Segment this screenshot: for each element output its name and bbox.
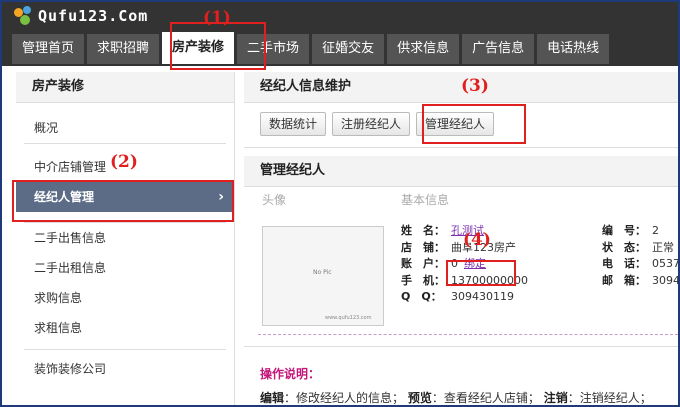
preview-term: 预览 xyxy=(407,391,432,405)
nav-tab-secondhand[interactable]: 二手市场 xyxy=(237,34,310,64)
action-toolbar: 数据统计 注册经纪人 管理经纪人 xyxy=(244,103,678,148)
mail-value: 3094 xyxy=(652,273,678,287)
status-label: 状 态： xyxy=(602,240,646,254)
edit-desc: ：修改经纪人的信息； xyxy=(284,391,405,405)
no-pic-text: No Pic xyxy=(313,269,332,276)
nav-tab-realestate[interactable]: 房产装修 xyxy=(162,32,235,64)
notes-title: 操作说明： xyxy=(260,367,321,381)
tel-value: 0537 xyxy=(652,257,678,270)
app-frame: Qufu123.Com 管理首页 求职招聘 房产装修 二手市场 征婚交友 供求信… xyxy=(2,2,678,405)
chevron-right-icon: › xyxy=(218,189,224,205)
register-agent-button[interactable]: 注册经纪人 xyxy=(332,112,411,136)
annotation-marker-2: (2) xyxy=(110,152,138,172)
site-header: Qufu123.Com 管理首页 求职招聘 房产装修 二手市场 征婚交友 供求信… xyxy=(2,2,678,66)
nav-tab-hotline[interactable]: 电话热线 xyxy=(537,34,610,64)
mobile-value: 13700000000 xyxy=(451,273,528,287)
qq-value: 309430119 xyxy=(451,290,514,303)
site-logo[interactable]: Qufu123.Com xyxy=(14,5,148,27)
annotation-marker-1: (1) xyxy=(203,8,231,28)
sidebar-item-rent-request[interactable]: 求租信息 xyxy=(16,313,234,343)
tel-label: 电 话： xyxy=(602,257,646,270)
notes-text: 编辑：修改经纪人的信息； 预览：查看经纪人店铺； 注销：注销经纪人； xyxy=(260,389,652,405)
sidebar: 房产装修 概况 中介店铺管理 经纪人管理 › 二手出售信息 二手出租信息 求购信… xyxy=(16,72,235,405)
sidebar-item-agent-management[interactable]: 经纪人管理 › xyxy=(16,182,234,212)
account-label: 账 户： xyxy=(401,257,445,270)
preview-desc: ：查看经纪人店铺； xyxy=(431,391,540,405)
cancel-desc: ：注销经纪人； xyxy=(567,391,652,405)
sidebar-item-label: 经纪人管理 xyxy=(34,190,95,204)
sidebar-item-sale[interactable]: 二手出售信息 xyxy=(16,223,234,253)
sidebar-item-buy-request[interactable]: 求购信息 xyxy=(16,283,234,313)
sidebar-title: 房产装修 xyxy=(16,72,234,103)
mobile-label: 手 机： xyxy=(401,273,445,287)
manage-agents-panel: 管理经纪人 头像 基本信息 xyxy=(244,156,678,213)
edit-term: 编辑 xyxy=(260,391,285,405)
sidebar-item-overview[interactable]: 概况 xyxy=(16,113,234,143)
account-value: 0 xyxy=(451,257,458,270)
shop-label: 店 铺： xyxy=(401,240,445,254)
sidebar-item-rent[interactable]: 二手出租信息 xyxy=(16,253,234,283)
id-label: 编 号： xyxy=(602,224,646,237)
nav-tab-ads[interactable]: 广告信息 xyxy=(462,34,535,64)
sidebar-item-decoration[interactable]: 装饰装修公司 xyxy=(16,354,234,384)
col-info: 基本信息 xyxy=(401,193,450,207)
operation-notes: 操作说明： 编辑：修改经纪人的信息； 预览：查看经纪人店铺； 注销：注销经纪人； xyxy=(244,346,678,405)
column-headers: 头像 基本信息 xyxy=(244,187,678,213)
logo-text: Qufu123.Com xyxy=(38,7,149,25)
nav-tab-dating[interactable]: 征婚交友 xyxy=(312,34,385,64)
annotation-marker-3: (3) xyxy=(461,76,489,96)
logo-icon xyxy=(14,6,34,26)
main-content: 经纪人信息维护 数据统计 注册经纪人 管理经纪人 管理经纪人 头像 基本信息 N… xyxy=(244,72,678,405)
id-value: 2 xyxy=(652,224,659,237)
avatar: No Pic www.qufu123.com xyxy=(262,226,384,326)
annotation-marker-4: (4) xyxy=(463,230,491,250)
nav-tab-home[interactable]: 管理首页 xyxy=(12,34,85,64)
name-label: 姓 名： xyxy=(401,224,445,237)
cancel-term: 注销 xyxy=(543,391,568,405)
main-nav: 管理首页 求职招聘 房产装修 二手市场 征婚交友 供求信息 广告信息 电话热线 xyxy=(12,32,612,64)
stats-button[interactable]: 数据统计 xyxy=(260,112,327,136)
qq-label: Q Q： xyxy=(401,290,442,303)
status-value: 正常 xyxy=(652,240,674,254)
mail-label: 邮 箱： xyxy=(602,273,646,287)
bind-account-link[interactable]: 绑定 xyxy=(464,256,486,273)
row-divider xyxy=(258,334,678,335)
photo-footer: www.qufu123.com xyxy=(325,315,372,321)
nav-tab-jobs[interactable]: 求职招聘 xyxy=(87,34,160,64)
manage-agents-button[interactable]: 管理经纪人 xyxy=(416,112,495,136)
agent-info-extra: 编 号： 2 状 态： 正常 电 话： 0537 邮 箱： 3094 xyxy=(602,223,678,289)
section-title: 管理经纪人 xyxy=(244,156,678,187)
col-photo: 头像 xyxy=(262,193,287,207)
nav-tab-supply[interactable]: 供求信息 xyxy=(387,34,460,64)
